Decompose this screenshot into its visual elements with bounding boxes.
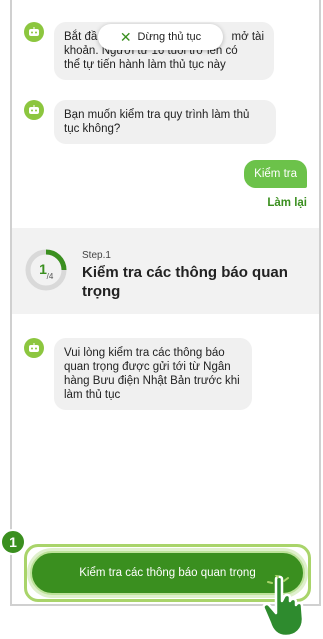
bot-bubble-3: Vui lòng kiểm tra các thông báo quan trọ…	[54, 338, 252, 410]
bot-bubble-2: Bạn muốn kiểm tra quy trình làm thủ tục …	[54, 100, 276, 144]
bot-icon	[24, 22, 44, 42]
redo-link[interactable]: Làm lại	[267, 197, 307, 209]
step-progress-ring: 1 /4	[25, 249, 67, 291]
bot-icon	[24, 338, 44, 358]
stop-procedure-label: Dừng thủ tục	[137, 31, 202, 43]
message-text-end: mở tài	[231, 31, 264, 43]
step-badge: 1	[0, 529, 26, 555]
step-total: /4	[47, 272, 54, 281]
step-title: Kiểm tra các thông báo quan trọng	[82, 264, 288, 300]
message-text-start: Bắt đầ	[64, 31, 98, 43]
bot-icon	[24, 100, 44, 120]
user-reply-bubble: Kiểm tra	[244, 160, 307, 188]
step-label: Step.1	[82, 250, 111, 261]
close-icon: ✕	[119, 29, 132, 45]
pointing-hand-icon	[262, 575, 305, 637]
chat-screen: Bắt đầ mở tài khoản. Người từ 16 tuổi tr…	[10, 0, 321, 606]
stop-procedure-button[interactable]: ✕ Dừng thủ tục	[98, 24, 223, 50]
step-header: 1 /4 Step.1 Kiểm tra các thông báo quan …	[12, 228, 319, 314]
bot-message-3: Vui lòng kiểm tra các thông báo quan trọ…	[24, 338, 252, 410]
message-text-line3: thể tự tiến hành làm thủ tục này	[64, 59, 226, 71]
bot-message-2: Bạn muốn kiểm tra quy trình làm thủ tục …	[24, 100, 276, 144]
